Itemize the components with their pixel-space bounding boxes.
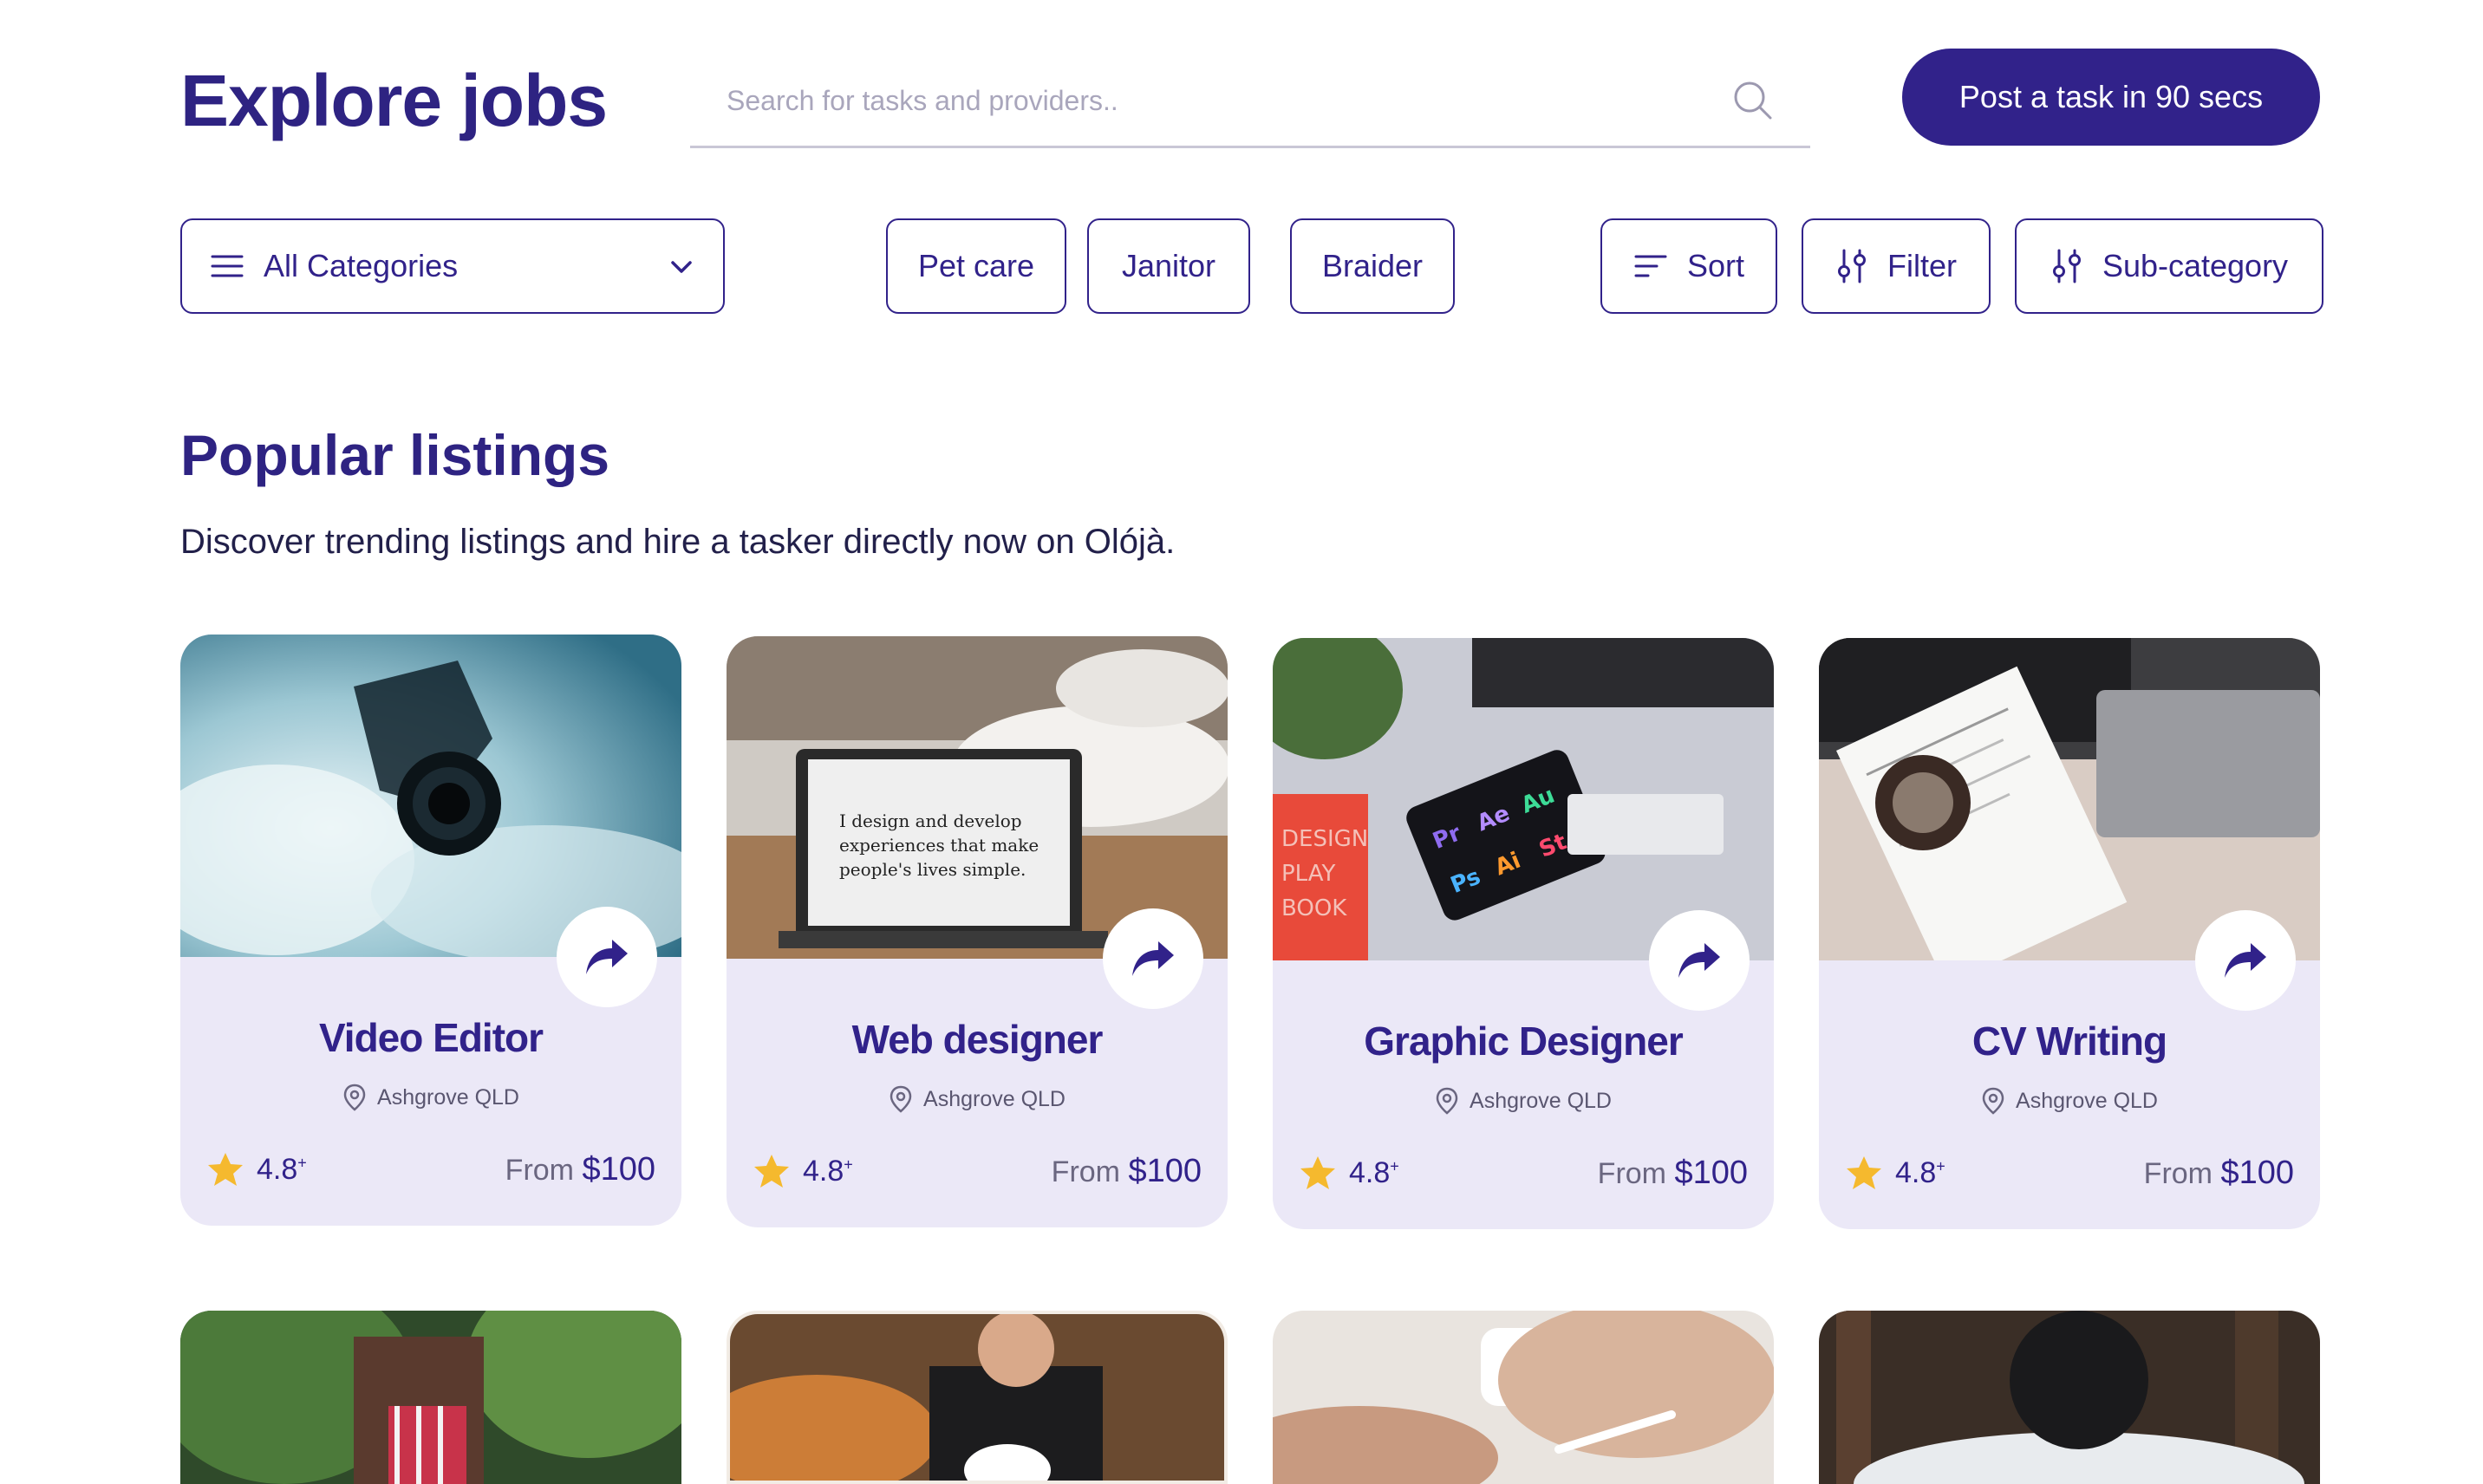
rating-value: 4.8 bbox=[257, 1152, 298, 1186]
listing-price: From $100 bbox=[505, 1151, 655, 1188]
rating-value: 4.8 bbox=[803, 1154, 844, 1188]
listing-image bbox=[1273, 1311, 1774, 1484]
listing-card[interactable]: DESIGN PLAY BOOK Pr Ae Au Ps Ai St Graph… bbox=[1273, 638, 1774, 1229]
rating-value: 4.8 bbox=[1895, 1155, 1937, 1189]
listing-title: Graphic Designer bbox=[1364, 1019, 1683, 1064]
chip-label: Pet care bbox=[917, 248, 1035, 283]
listing-card[interactable]: I design and develop experiences that ma… bbox=[727, 636, 1228, 1227]
star-icon bbox=[1847, 1156, 1881, 1189]
listing-rating: 4.8+ bbox=[1845, 1155, 1945, 1191]
chevron-down-icon bbox=[671, 261, 692, 273]
chip-label: Braider bbox=[1321, 248, 1424, 283]
search-input[interactable] bbox=[725, 78, 1682, 123]
chip-pet-care[interactable]: Pet care bbox=[886, 218, 1066, 314]
listing-price: From $100 bbox=[1052, 1153, 1202, 1190]
category-select[interactable]: All Categories bbox=[180, 218, 725, 314]
subcategory-button[interactable]: Sub-category bbox=[2015, 218, 2323, 314]
sort-button[interactable]: Sort bbox=[1600, 218, 1777, 314]
location-pin-icon bbox=[343, 1084, 366, 1111]
price-value: $100 bbox=[1674, 1155, 1748, 1191]
price-prefix: From bbox=[2143, 1157, 2213, 1190]
subcategory-label: Sub-category bbox=[2102, 248, 2289, 283]
sliders-icon bbox=[2052, 249, 2081, 283]
star-icon bbox=[754, 1155, 789, 1188]
section-title: Popular listings bbox=[180, 423, 610, 487]
listing-card[interactable]: Video Editor Ashgrove QLD 4.8+ From $100 bbox=[180, 635, 681, 1226]
listing-rating: 4.8+ bbox=[1299, 1155, 1399, 1191]
price-prefix: From bbox=[1597, 1157, 1666, 1190]
sliders-icon bbox=[1838, 249, 1866, 283]
location-label: Ashgrove QLD bbox=[377, 1084, 519, 1110]
listing-location: Ashgrove QLD bbox=[180, 1084, 681, 1111]
listing-card-partial[interactable] bbox=[1273, 1311, 1774, 1484]
search-icon[interactable] bbox=[1730, 78, 1776, 123]
listing-price: From $100 bbox=[2144, 1155, 2294, 1192]
category-select-label: All Categories bbox=[264, 248, 459, 283]
location-label: Ashgrove QLD bbox=[2016, 1088, 2158, 1113]
price-value: $100 bbox=[582, 1151, 655, 1188]
rating-suffix: + bbox=[1936, 1157, 1945, 1175]
listing-title: CV Writing bbox=[1971, 1019, 2167, 1064]
listing-card[interactable]: CV Writing Ashgrove QLD 4.8+ From $100 bbox=[1819, 638, 2320, 1229]
share-icon bbox=[1678, 943, 1720, 978]
listing-rating: 4.8+ bbox=[753, 1153, 853, 1189]
listing-image bbox=[1819, 1311, 2320, 1484]
rating-suffix: + bbox=[844, 1155, 853, 1174]
svg-text:BOOK: BOOK bbox=[1281, 895, 1347, 921]
share-button[interactable] bbox=[1103, 908, 1203, 1009]
listing-title: Web designer bbox=[851, 1017, 1104, 1062]
chip-braider[interactable]: Braider bbox=[1290, 218, 1455, 314]
rating-suffix: + bbox=[1390, 1157, 1399, 1175]
rating-suffix: + bbox=[297, 1154, 307, 1172]
page-title: Explore jobs bbox=[180, 60, 608, 141]
share-button[interactable] bbox=[557, 907, 657, 1007]
location-pin-icon bbox=[1982, 1087, 2004, 1115]
location-pin-icon bbox=[890, 1085, 912, 1113]
price-value: $100 bbox=[2220, 1155, 2294, 1191]
post-task-button[interactable]: Post a task in 90 secs bbox=[1902, 49, 2320, 146]
share-icon bbox=[586, 940, 628, 974]
listing-card-partial[interactable] bbox=[1819, 1311, 2320, 1484]
listing-price: From $100 bbox=[1598, 1155, 1748, 1192]
location-label: Ashgrove QLD bbox=[923, 1086, 1066, 1111]
filter-button[interactable]: Filter bbox=[1802, 218, 1991, 314]
listing-card-partial[interactable] bbox=[180, 1311, 681, 1484]
sort-label: Sort bbox=[1686, 248, 1745, 283]
listing-card-partial[interactable] bbox=[727, 1311, 1228, 1484]
menu-icon bbox=[211, 255, 244, 277]
share-button[interactable] bbox=[2195, 910, 2296, 1011]
listing-location: Ashgrove QLD bbox=[1273, 1087, 1774, 1115]
svg-text:I design and develop: I design and develop bbox=[839, 810, 1022, 831]
chip-label: Janitor bbox=[1121, 248, 1216, 283]
price-value: $100 bbox=[1128, 1153, 1202, 1189]
star-icon bbox=[208, 1153, 243, 1186]
share-icon bbox=[1132, 941, 1174, 976]
rating-value: 4.8 bbox=[1349, 1155, 1391, 1189]
section-subtitle: Discover trending listings and hire a ta… bbox=[180, 523, 1176, 561]
sort-icon bbox=[1634, 255, 1667, 277]
listing-title: Video Editor bbox=[318, 1015, 544, 1060]
search-bar[interactable] bbox=[690, 62, 1810, 148]
location-label: Ashgrove QLD bbox=[1470, 1088, 1612, 1113]
price-prefix: From bbox=[1051, 1155, 1120, 1188]
svg-text:people's lives simple.: people's lives simple. bbox=[839, 859, 1026, 880]
share-button[interactable] bbox=[1649, 910, 1750, 1011]
listing-rating: 4.8+ bbox=[206, 1151, 307, 1188]
chip-janitor[interactable]: Janitor bbox=[1087, 218, 1250, 314]
svg-text:DESIGN: DESIGN bbox=[1281, 826, 1368, 852]
price-prefix: From bbox=[505, 1154, 574, 1187]
filter-label: Filter bbox=[1887, 248, 1957, 283]
star-icon bbox=[1300, 1156, 1335, 1189]
listing-image bbox=[180, 1311, 681, 1484]
listing-location: Ashgrove QLD bbox=[727, 1085, 1228, 1113]
location-pin-icon bbox=[1436, 1087, 1458, 1115]
svg-text:experiences that make: experiences that make bbox=[839, 835, 1039, 856]
listing-image bbox=[730, 1314, 1224, 1481]
share-icon bbox=[2225, 943, 2266, 978]
svg-text:PLAY: PLAY bbox=[1281, 861, 1336, 887]
listing-location: Ashgrove QLD bbox=[1819, 1087, 2320, 1115]
